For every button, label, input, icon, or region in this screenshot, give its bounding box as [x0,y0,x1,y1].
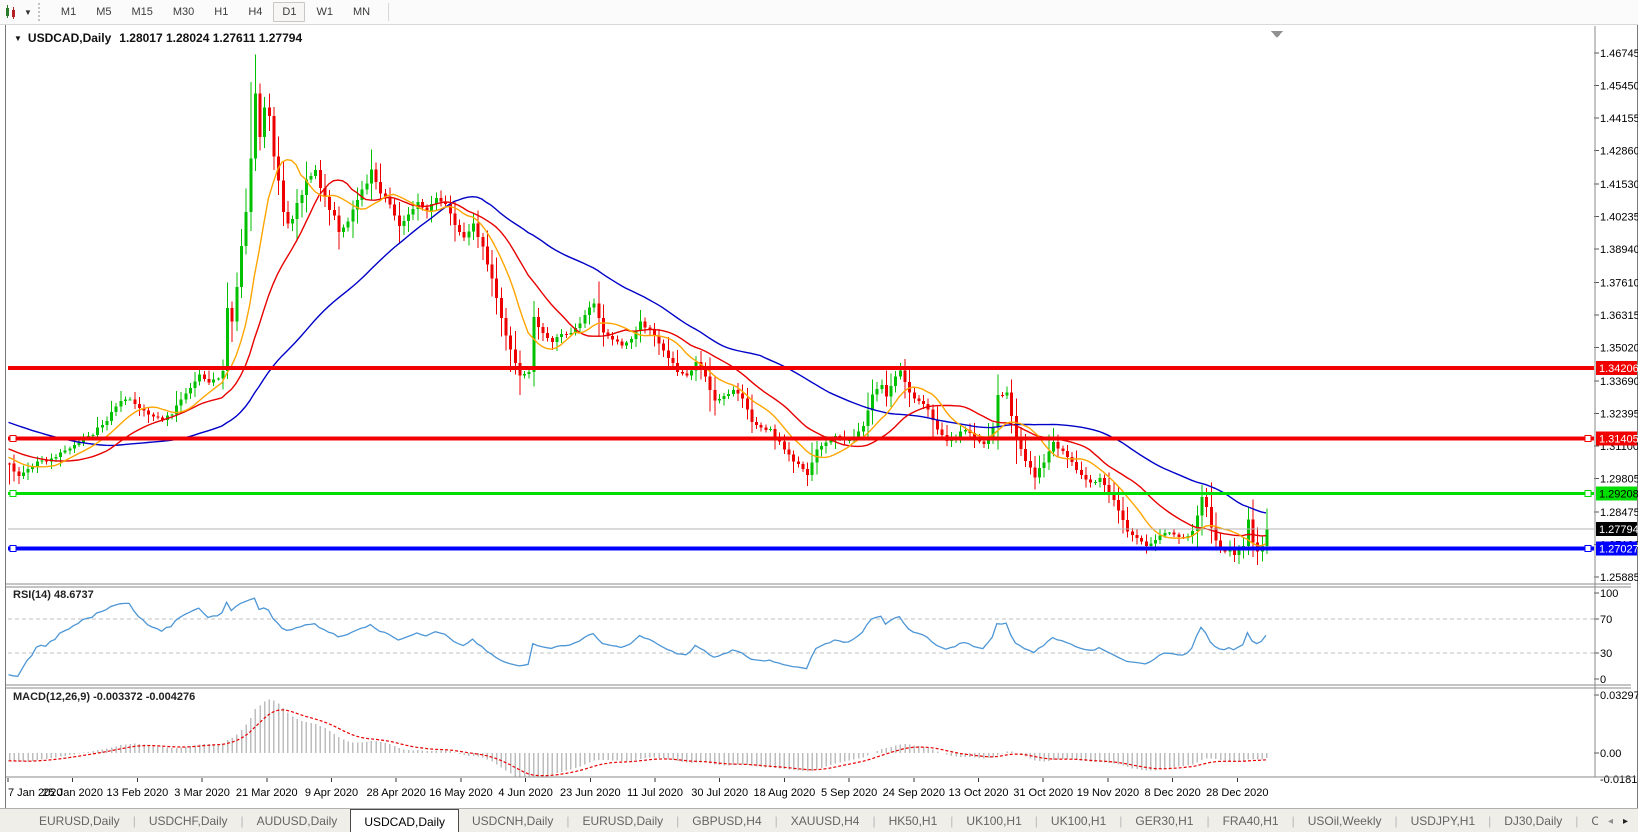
rsi-name: RSI(14) [13,589,51,601]
macd-current-values: -0.003372 -0.004276 [93,691,196,703]
rsi-current-value: 48.6737 [53,589,94,601]
timeframe-button-m1[interactable]: M1 [52,2,85,22]
chart-tab-xauusd-h4[interactable]: XAUUSD,H4 [778,809,873,832]
macd-name: MACD(12,26,9) [13,691,91,703]
timeframe-button-d1[interactable]: D1 [273,2,306,22]
top-toolbar: ▼ M1 M5 M15 M30 H1 H4 D1 W1 MN [0,0,1638,25]
timeframe-button-h4[interactable]: H4 [239,2,271,22]
chart-tab-usdchf-daily[interactable]: USDCHF,Daily [136,809,241,832]
chart-title: ▼ USDCAD,Daily 1.28017 1.28024 1.27611 1.2… [14,31,302,45]
timeframe-button-m30[interactable]: M30 [164,2,203,22]
toolbar-separator [388,3,390,21]
chart-tabs-bar: EURUSD,Daily | USDCHF,Daily | AUDUSD,Daily US… [0,808,1638,832]
timeframe-button-m15[interactable]: M15 [122,2,161,22]
chart-symbol-period: USDCAD,Daily [27,31,112,45]
chart-tab-audusd-daily[interactable]: AUDUSD,Daily [244,809,351,832]
chart-tab-hk50-h1[interactable]: HK50,H1 [876,809,951,832]
chart-tab-usdcnh-daily[interactable]: USDCNH,Daily [459,809,566,832]
chart-tab-ger30-h1[interactable]: GER30,H1 [1122,809,1206,832]
chart-tab-usoil-weekly[interactable]: USOil,Weekly [1295,809,1395,832]
chart-tabs: EURUSD,Daily | USDCHF,Daily | AUDUSD,Daily US… [0,809,1598,832]
chart-tab-dj30-daily[interactable]: DJ30,Daily [1491,809,1575,832]
rsi-indicator-label: RSI(14) 48.6737 [13,589,94,601]
chart-tab-usdcad-daily[interactable]: USDCAD,Daily [350,809,459,832]
chart-ohlc-values: 1.28017 1.28024 1.27611 1.27794 [119,31,303,45]
chart-tab-china300-h1[interactable]: CHINA300,H1 [1578,809,1598,832]
chart-menu-icon[interactable]: ▼ [14,34,22,43]
macd-indicator-label: MACD(12,26,9) -0.003372 -0.004276 [13,691,195,703]
chart-type-dropdown-caret[interactable]: ▼ [24,8,32,17]
tab-scroll-left-icon[interactable]: ◂ [1608,816,1613,827]
chart-tab-uk100-h1[interactable]: UK100,H1 [953,809,1034,832]
timeframe-button-group: M1 M5 M15 M30 H1 H4 D1 W1 MN [51,0,380,24]
tab-scroll-right-icon[interactable]: ▸ [1623,816,1628,827]
chart-window-frame [5,24,1638,809]
timeframe-button-m5[interactable]: M5 [87,2,120,22]
application-window: ▼ M1 M5 M15 M30 H1 H4 D1 W1 MN ▼ USDCAD,Daily 1.28… [0,0,1638,832]
chart-tab-eurusd-daily[interactable]: EURUSD,Daily [569,809,676,832]
timeframe-button-mn[interactable]: MN [344,2,379,22]
toolbar-drag-grip[interactable] [37,3,45,21]
chart-tab-gbpusd-h4[interactable]: GBPUSD,H4 [679,809,774,832]
timeframe-button-w1[interactable]: W1 [307,2,342,22]
chart-tab-fra40-h1[interactable]: FRA40,H1 [1210,809,1292,832]
timeframe-button-h1[interactable]: H1 [205,2,237,22]
tab-scroll-arrows: ◂ ▸ [1598,809,1638,832]
chart-tab-uk100-h1[interactable]: UK100,H1 [1038,809,1119,832]
chart-tab-usdjpy-h1[interactable]: USDJPY,H1 [1398,809,1488,832]
chart-type-icon[interactable] [2,3,22,21]
chart-tab-eurusd-daily[interactable]: EURUSD,Daily [26,809,133,832]
